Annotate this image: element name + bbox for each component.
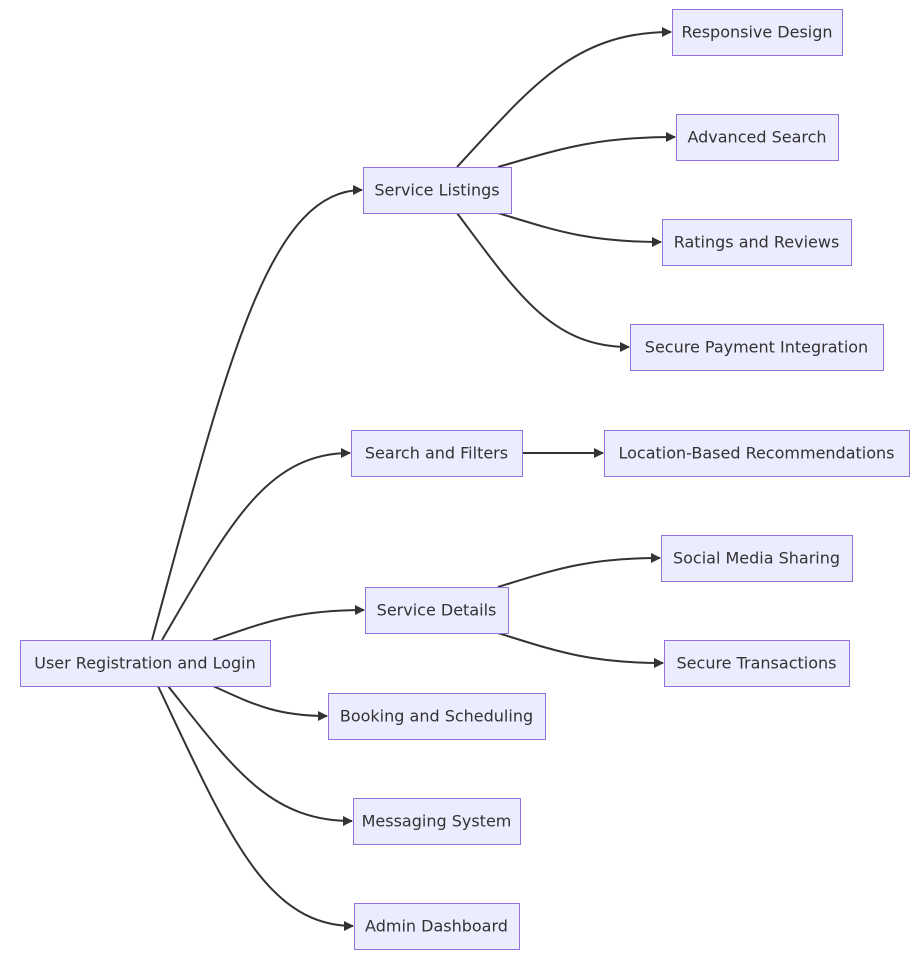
node-details[interactable]: Service Details [365,587,509,634]
node-label: Location-Based Recommendations [618,444,894,463]
edge-details-to-transactions [497,632,664,668]
node-label: Admin Dashboard [365,917,508,936]
node-booking[interactable]: Booking and Scheduling [328,693,546,740]
edge-root-to-admin [157,685,354,931]
edge-root-to-details [212,605,365,641]
edge-listings-to-responsive [456,27,672,168]
node-label: Social Media Sharing [673,549,840,568]
node-admin[interactable]: Admin Dashboard [354,903,520,950]
node-label: Ratings and Reviews [674,233,840,252]
node-ratings[interactable]: Ratings and Reviews [662,219,852,266]
node-responsive[interactable]: Responsive Design [672,9,843,56]
node-label: Booking and Scheduling [340,707,533,726]
node-search[interactable]: Search and Filters [351,430,523,477]
node-advsearch[interactable]: Advanced Search [676,114,839,161]
node-location[interactable]: Location-Based Recommendations [604,430,910,477]
node-social[interactable]: Social Media Sharing [661,535,853,582]
flowchart-diagram: User Registration and Login Service List… [20,9,910,950]
edge-listings-to-payment [456,212,630,352]
node-label: Search and Filters [365,444,508,463]
node-payment[interactable]: Secure Payment Integration [630,324,884,371]
node-label: Service Listings [374,181,499,200]
node-label: Messaging System [362,812,512,831]
node-label: Advanced Search [687,128,826,147]
edge-root-to-listings [151,185,363,641]
node-label: Service Details [377,601,497,620]
edge-root-to-booking [212,685,328,721]
node-listings[interactable]: Service Listings [363,167,512,214]
edge-listings-to-ratings [497,212,662,247]
node-label: Secure Transactions [677,654,837,673]
node-messaging[interactable]: Messaging System [353,798,521,845]
node-label: User Registration and Login [34,654,255,673]
nodes-layer: User Registration and Login Service List… [20,9,910,950]
edge-listings-to-advsearch [497,132,676,168]
node-label: Secure Payment Integration [645,338,868,357]
edge-details-to-social [497,553,661,588]
node-root[interactable]: User Registration and Login [20,640,271,687]
node-transactions[interactable]: Secure Transactions [664,640,850,687]
node-label: Responsive Design [681,23,832,42]
edges-layer [151,27,676,931]
